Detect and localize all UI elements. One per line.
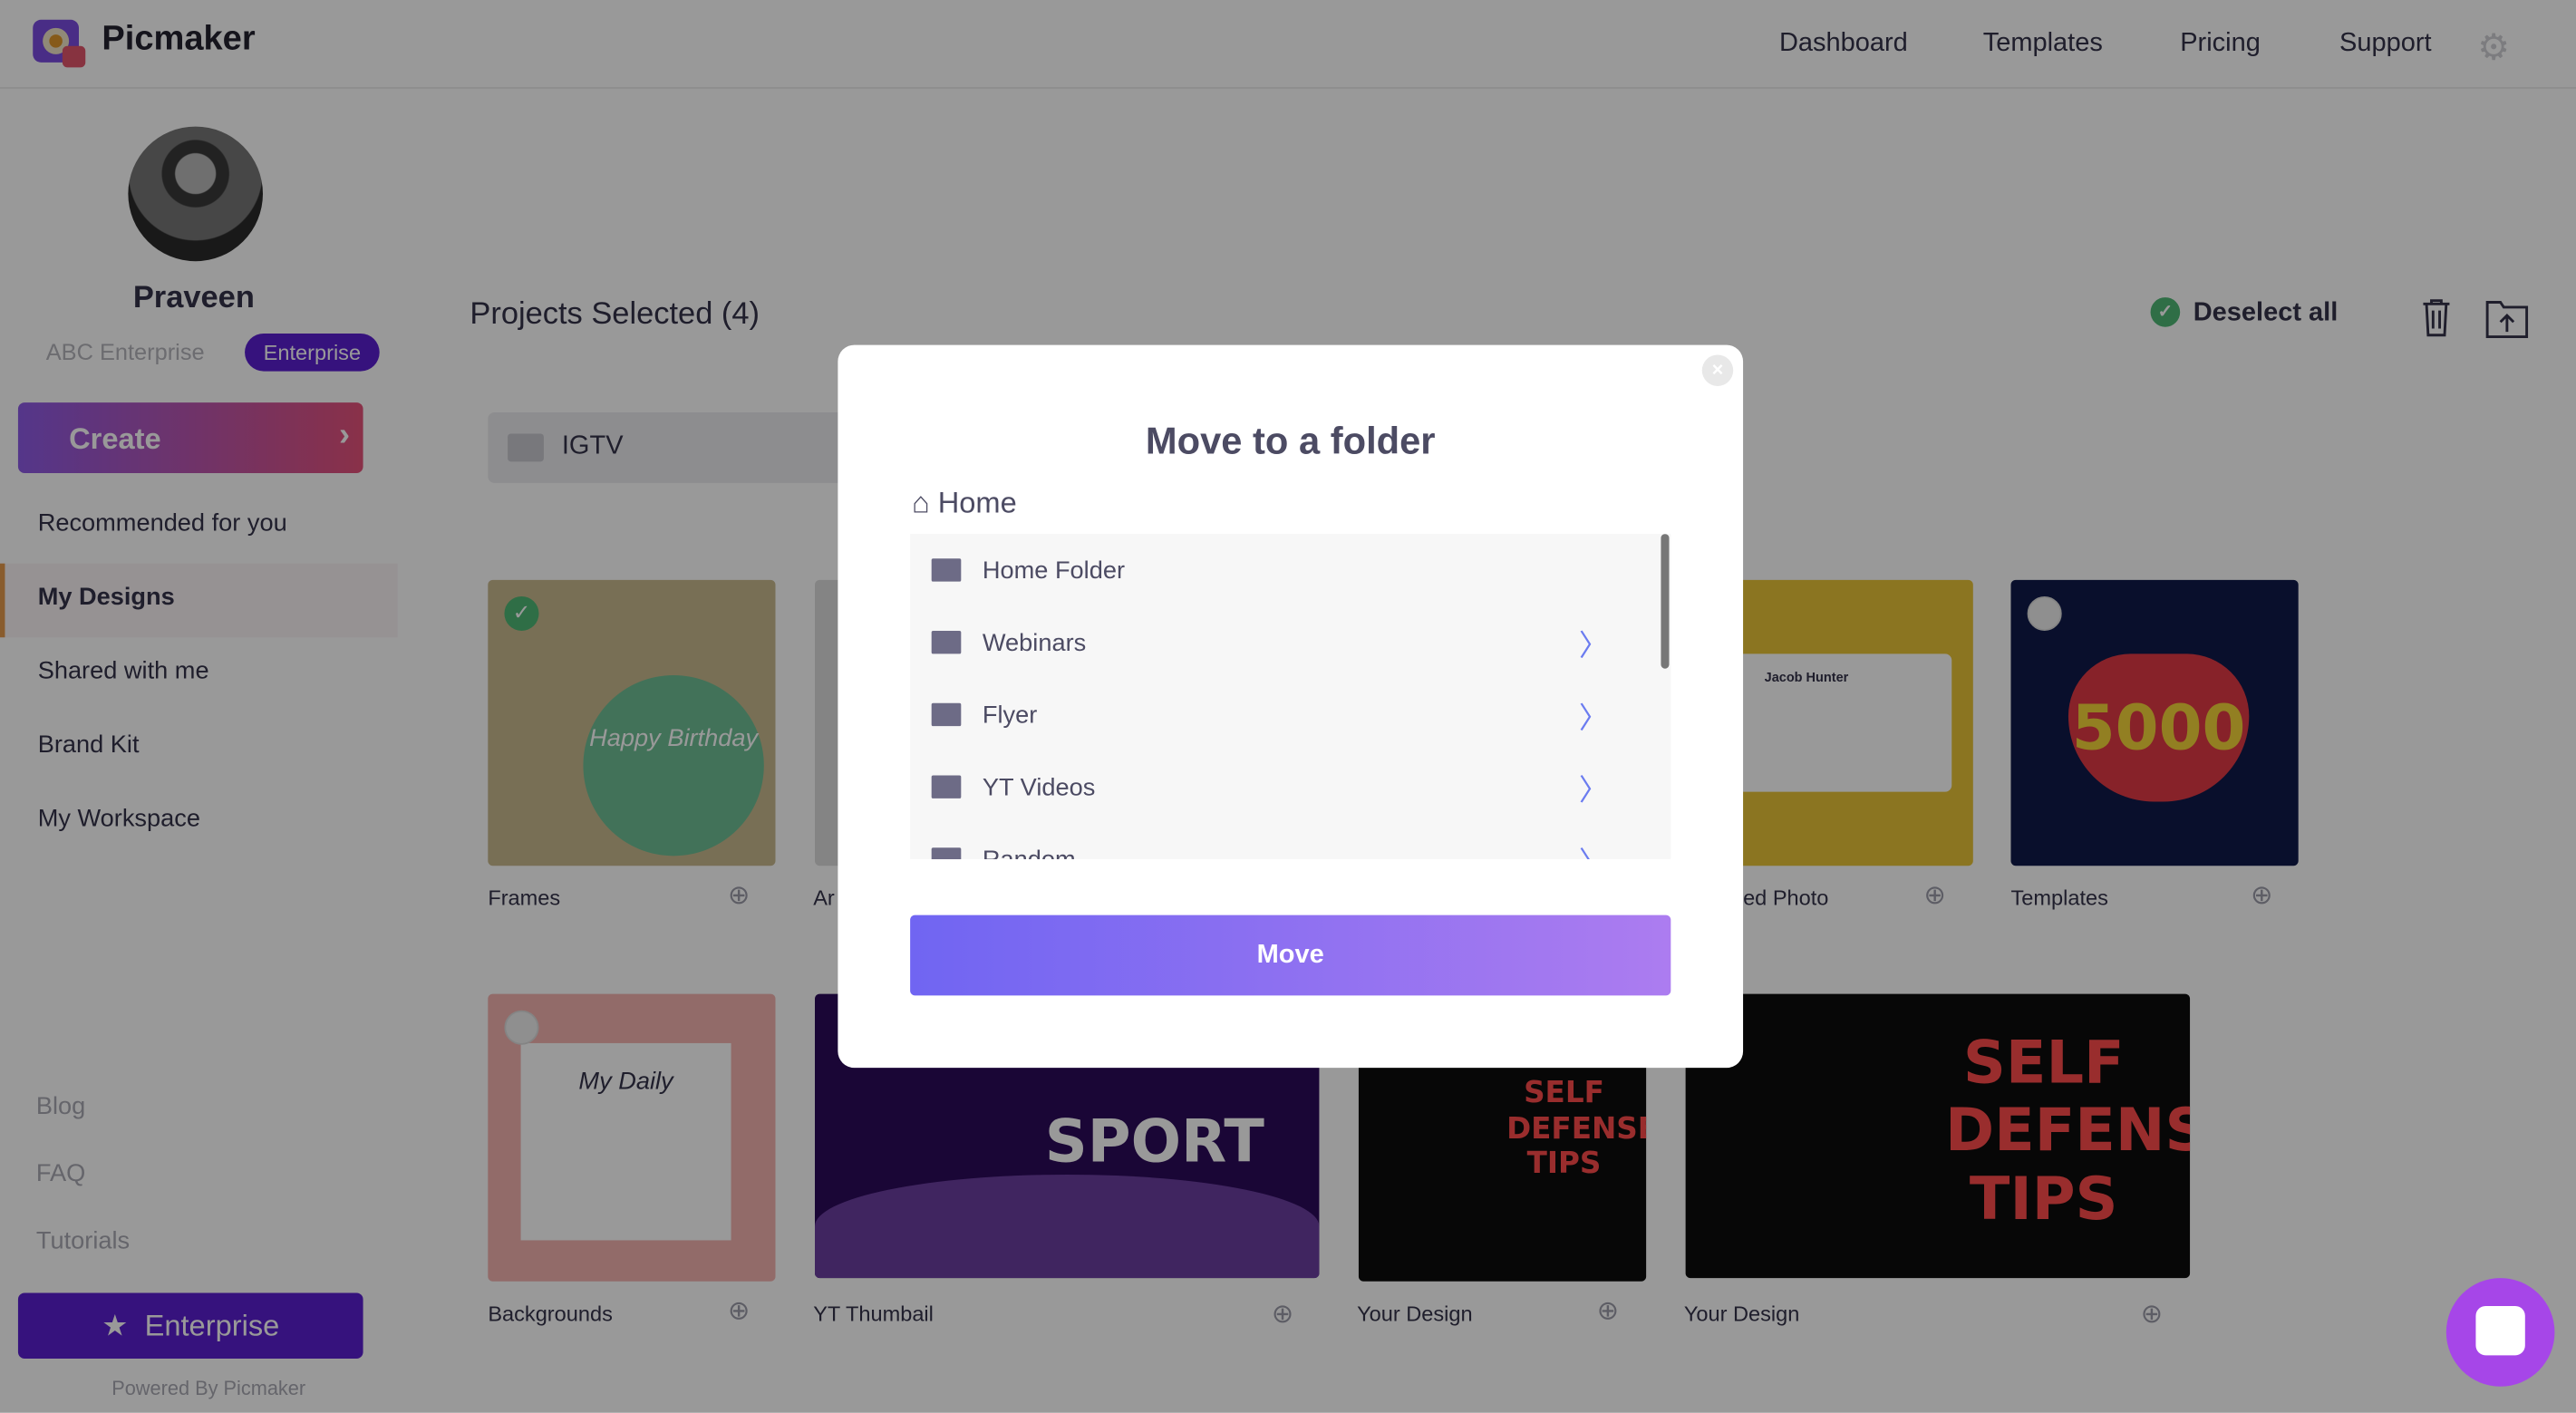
chat-icon bbox=[2475, 1305, 2525, 1356]
modal-title: Move to a folder bbox=[1145, 419, 1436, 462]
chevron-right-icon[interactable]: 〉 bbox=[1579, 623, 1609, 665]
folder-row[interactable]: Random 〉 bbox=[910, 823, 1658, 859]
folder-name: Flyer bbox=[982, 701, 1038, 730]
breadcrumb-home: Home bbox=[937, 486, 1017, 519]
folder-name: Home Folder bbox=[982, 556, 1126, 586]
folder-name: Webinars bbox=[982, 629, 1087, 657]
folder-icon bbox=[931, 847, 962, 859]
home-icon: ⌂ bbox=[911, 486, 938, 519]
folder-icon bbox=[931, 775, 962, 798]
close-icon[interactable]: × bbox=[1701, 354, 1734, 386]
folder-name: Random bbox=[983, 846, 1076, 859]
folder-name: YT Videos bbox=[982, 773, 1096, 802]
folder-row[interactable]: Flyer 〉 bbox=[910, 679, 1658, 751]
breadcrumb[interactable]: ⌂ Home bbox=[912, 487, 1017, 521]
folder-row[interactable]: YT Videos 〉 bbox=[910, 750, 1658, 823]
folder-icon bbox=[931, 558, 962, 582]
folder-icon bbox=[931, 631, 962, 654]
chat-launcher-button[interactable] bbox=[2445, 1278, 2555, 1387]
folder-row[interactable]: Home Folder bbox=[910, 534, 1658, 606]
move-button[interactable]: Move bbox=[910, 915, 1671, 996]
chevron-right-icon[interactable]: 〉 bbox=[1579, 839, 1609, 859]
move-to-folder-modal: × Move to a folder ⌂ Home Home Folder We… bbox=[838, 344, 1744, 1069]
scrollbar[interactable] bbox=[1661, 534, 1670, 669]
folder-list: Home Folder Webinars 〉 Flyer 〉 YT Videos 〉 … bbox=[910, 534, 1671, 859]
folder-row[interactable]: Webinars 〉 bbox=[910, 606, 1658, 679]
chevron-right-icon[interactable]: 〉 bbox=[1579, 767, 1609, 809]
chevron-right-icon[interactable]: 〉 bbox=[1579, 695, 1609, 738]
folder-icon bbox=[931, 702, 962, 727]
